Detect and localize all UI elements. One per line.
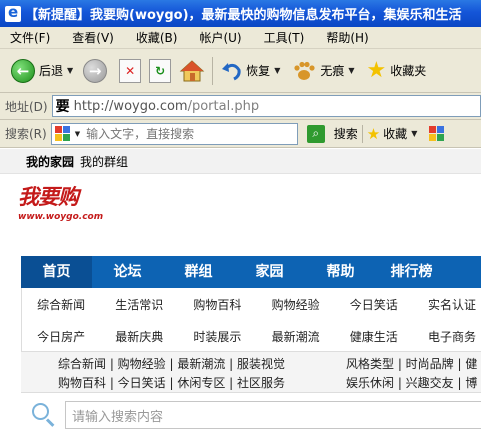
undo-icon [222, 62, 241, 80]
restore-label: 恢复 [246, 64, 271, 78]
subnav-item[interactable]: 时装展示 [178, 328, 256, 345]
refresh-button[interactable]: ↻ [146, 54, 174, 88]
search-bar: 搜索(R) ▼ ⌕ 搜索 ★ 收藏 ▼ [0, 120, 481, 148]
subnav-row: 今日房产 最新庆典 时装展示 最新潮流 健康生活 电子商务 [22, 320, 481, 352]
subnav-item[interactable]: 今日笑话 [335, 296, 413, 313]
my-groups-link[interactable]: 我的群组 [80, 153, 128, 170]
subnav-item[interactable]: 综合新闻 [22, 296, 100, 313]
paw-icon [294, 61, 315, 80]
stop-icon: ✕ [119, 58, 142, 83]
restore-dropdown-icon[interactable]: ▼ [274, 66, 280, 75]
site-search-input[interactable]: 请输入搜索内容 [65, 401, 481, 429]
subnav-item[interactable]: 健康生活 [335, 328, 413, 345]
main-nav: 首页 论坛 群组 家园 帮助 排行榜 [21, 256, 481, 288]
subnav-item[interactable]: 购物经验 [257, 296, 335, 313]
subnav-item[interactable]: 最新潮流 [257, 328, 335, 345]
address-url: http://woygo.com/portal.php [74, 99, 259, 114]
menu-account[interactable]: 帐户(U) [188, 28, 252, 48]
notrace-dropdown-icon[interactable]: ▼ [348, 66, 354, 75]
category-link-line[interactable]: 综合新闻 | 购物经验 | 最新潮流 | 服装视觉 [58, 355, 285, 372]
engine-dropdown-icon[interactable]: ▼ [75, 130, 80, 138]
search-box: ▼ [50, 122, 298, 145]
search-button[interactable]: 搜索 [334, 125, 358, 142]
subnav-row: 综合新闻 生活常识 购物百科 购物经验 今日笑话 实名认证 [22, 288, 481, 320]
my-home-link[interactable]: 我的家园 [26, 153, 74, 170]
sub-nav: 综合新闻 生活常识 购物百科 购物经验 今日笑话 实名认证 今日房产 最新庆典 … [21, 288, 481, 352]
nav-forum[interactable]: 论坛 [92, 256, 163, 288]
nav-help[interactable]: 帮助 [305, 256, 376, 288]
favorites-label: 收藏夹 [390, 64, 427, 78]
menu-view[interactable]: 查看(V) [61, 28, 125, 48]
notrace-label: 无痕 [320, 64, 345, 78]
search-go-icon[interactable]: ⌕ [306, 124, 325, 143]
magnifier-icon [31, 402, 57, 428]
back-arrow-icon: ← [11, 58, 35, 83]
nav-ranking[interactable]: 排行榜 [376, 256, 447, 288]
window-titlebar: 【新提醒】我要购(woygo)，最新最快的购物信息发布平台，集娱乐和生活 [0, 0, 481, 27]
nav-home[interactable]: 首页 [21, 256, 92, 288]
address-input[interactable]: 要 http://woygo.com/portal.php [51, 95, 481, 117]
toolbar-separator [212, 56, 214, 85]
favorites-button[interactable]: ★ 收藏夹 [364, 54, 430, 88]
menu-file[interactable]: 文件(F) [0, 28, 61, 48]
search-label: 搜索(R) [5, 127, 47, 141]
menu-bar: 文件(F) 查看(V) 收藏(B) 帐户(U) 工具(T) 帮助(H) [0, 27, 481, 49]
forward-arrow-icon: → [83, 58, 108, 83]
category-link-line[interactable]: 风格类型 | 时尚品牌 | 健 [346, 355, 477, 372]
site-favicon: 要 [55, 99, 70, 115]
address-label: 地址(D) [5, 99, 48, 114]
category-link-line[interactable]: 购物百科 | 今日笑话 | 休闲专区 | 社区服务 [58, 374, 285, 391]
back-label: 后退 [39, 64, 64, 78]
google-icon[interactable] [54, 125, 73, 142]
restore-button[interactable]: 恢复 ▼ [217, 54, 283, 88]
favorite-star-icon: ★ [366, 124, 381, 143]
home-icon [179, 59, 205, 81]
search-input[interactable] [86, 126, 267, 141]
forward-button[interactable]: → [80, 54, 110, 88]
searchbar-separator [361, 124, 363, 143]
nav-home-space[interactable]: 家园 [234, 256, 305, 288]
ie-icon [5, 3, 21, 22]
site-search-row: 请输入搜索内容 [21, 396, 481, 434]
star-icon: ★ [366, 58, 387, 83]
back-button[interactable]: ← 后退 ▼ [8, 54, 76, 88]
stop-button[interactable]: ✕ [116, 54, 144, 88]
subnav-item[interactable]: 今日房产 [22, 328, 100, 345]
window-title: 【新提醒】我要购(woygo)，最新最快的购物信息发布平台，集娱乐和生活 [25, 8, 462, 23]
site-toplinks: 我的家园 我的群组 [0, 149, 481, 174]
google-icon-secondary[interactable] [429, 125, 447, 142]
notrace-button[interactable]: 无痕 ▼ [289, 54, 357, 88]
site-logo[interactable]: 我要购 www.woygo.com [18, 181, 104, 231]
category-link-line[interactable]: 娱乐休闲 | 兴趣交友 | 博 [346, 374, 477, 391]
web-page: 我的家园 我的群组 我要购 www.woygo.com 首页 论坛 群组 家园 … [0, 149, 481, 437]
menu-help[interactable]: 帮助(H) [315, 28, 379, 48]
favorites-toolbar-button[interactable]: 收藏 [383, 125, 407, 142]
category-links: 综合新闻 | 购物经验 | 最新潮流 | 服装视觉 风格类型 | 时尚品牌 | … [21, 351, 481, 393]
menu-tools[interactable]: 工具(T) [253, 28, 316, 48]
logo-text: 我要购 [18, 184, 79, 209]
subnav-item[interactable]: 购物百科 [178, 296, 256, 313]
logo-url: www.woygo.com [18, 212, 104, 222]
subnav-item[interactable]: 生活常识 [100, 296, 178, 313]
menu-favorites[interactable]: 收藏(B) [125, 28, 189, 48]
subnav-item[interactable]: 实名认证 [413, 296, 481, 313]
toolbar: ← 后退 ▼ → ✕ ↻ 恢复 ▼ 无痕 ▼ ★ 收藏夹 [0, 49, 481, 93]
home-button[interactable] [176, 54, 208, 88]
subnav-item[interactable]: 电子商务 [413, 328, 481, 345]
favorites-dropdown-icon[interactable]: ▼ [411, 129, 417, 138]
subnav-item[interactable]: 最新庆典 [100, 328, 178, 345]
refresh-icon: ↻ [149, 58, 172, 83]
address-path: /portal.php [187, 98, 260, 114]
nav-groups[interactable]: 群组 [163, 256, 234, 288]
address-host: http://woygo.com [73, 98, 188, 114]
address-bar: 地址(D) 要 http://woygo.com/portal.php [0, 93, 481, 120]
back-dropdown-icon[interactable]: ▼ [67, 66, 73, 75]
site-search-placeholder: 请输入搜索内容 [72, 409, 164, 425]
